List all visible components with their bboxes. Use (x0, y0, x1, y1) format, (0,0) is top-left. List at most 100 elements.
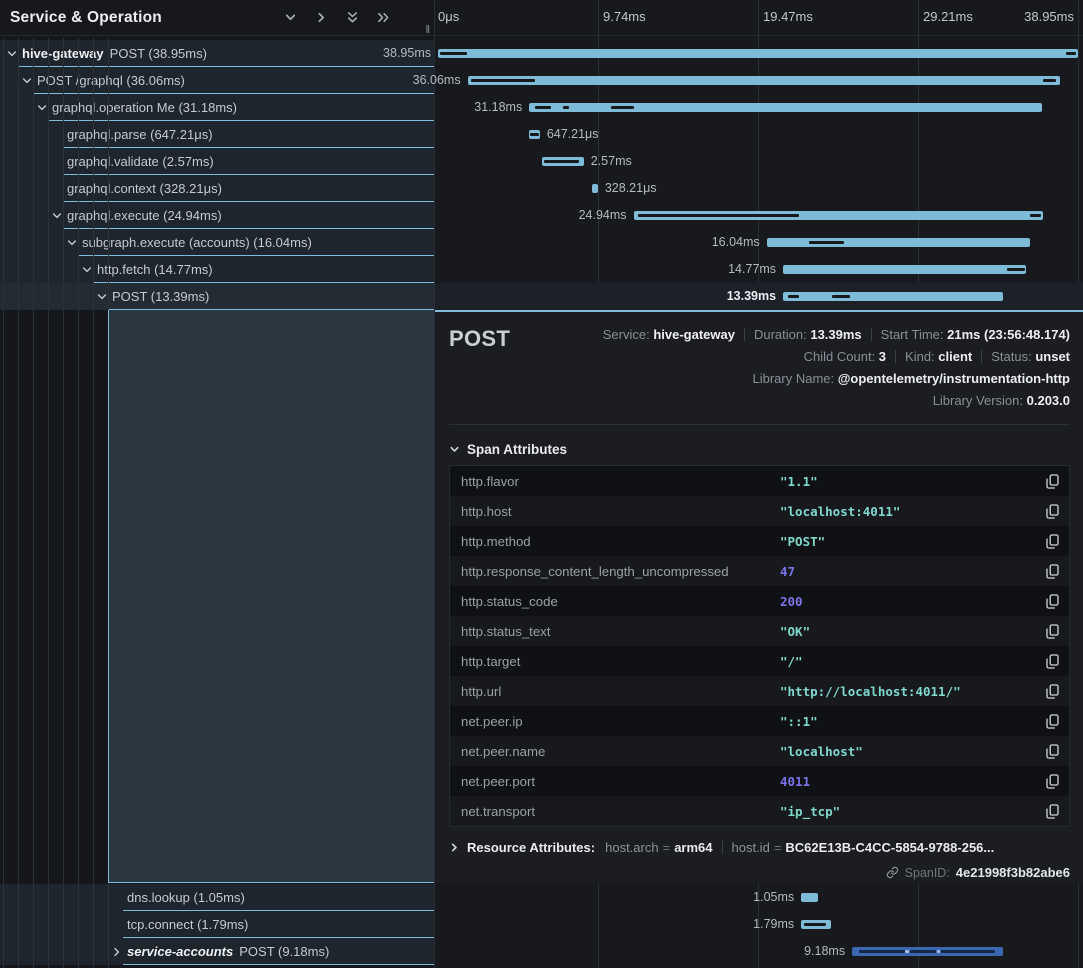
panel-resize-handle[interactable]: ‖ (425, 24, 431, 36)
span-attributes-header[interactable]: Span Attributes (449, 442, 1070, 457)
attribute-value: 200 (780, 594, 1039, 609)
copy-icon[interactable] (1039, 744, 1065, 759)
span-bar-graphql-operation-me[interactable] (529, 103, 1041, 112)
attribute-key: net.peer.ip (461, 714, 780, 729)
tree-row-subgraph-execute-accounts[interactable]: subgraph.execute (accounts) (16.04ms) (0, 229, 434, 256)
attribute-value: "::1" (780, 714, 1039, 729)
span-bar-dns-lookup[interactable] (801, 893, 818, 902)
span-bar-graphql-context[interactable] (592, 184, 597, 193)
tree-row-tcp-connect[interactable]: tcp.connect (1.79ms) (0, 911, 434, 938)
copy-icon[interactable] (1039, 714, 1065, 729)
chevron-down-icon[interactable] (82, 265, 92, 275)
meta-separator (722, 841, 723, 854)
copy-icon[interactable] (1039, 774, 1065, 789)
span-bar-graphql-validate[interactable] (542, 157, 584, 166)
meta-label: Service: (603, 327, 654, 342)
meta-value: @opentelemetry/instrumentation-http (838, 371, 1070, 386)
span-bar-graphql-execute[interactable] (634, 211, 1044, 220)
copy-icon[interactable] (1039, 504, 1065, 519)
attribute-value: "OK" (780, 624, 1039, 639)
timeline-tick-label: 38.95ms (1024, 9, 1074, 24)
chevron-down-icon[interactable] (97, 292, 107, 302)
span-bar-http-fetch[interactable] (783, 265, 1026, 274)
span-bar-post-graphql[interactable] (468, 76, 1061, 85)
copy-icon[interactable] (1039, 534, 1065, 549)
resource-attributes-values: host.arch=arm64host.id=BC62E13B-C4CC-585… (605, 840, 994, 855)
span-detail-panel: POST Service: hive-gatewayDuration: 13.3… (435, 310, 1083, 883)
attribute-value: "/" (780, 654, 1039, 669)
attribute-value: 4011 (780, 774, 1039, 789)
timeline-row-subgraph-execute-accounts: 16.04ms (435, 229, 1083, 256)
timeline-row-post-selected: 13.39ms (435, 283, 1083, 310)
equals-sign: = (770, 840, 786, 855)
tree-row-graphql-parse[interactable]: graphql.parse (647.21μs) (0, 121, 434, 148)
attribute-row: net.peer.port4011 (450, 766, 1069, 796)
copy-icon[interactable] (1039, 684, 1065, 699)
tree-row-graphql-operation-me[interactable]: graphql.operation Me (31.18ms) (0, 94, 434, 121)
expand-all-icon[interactable] (377, 11, 390, 24)
attribute-key: net.peer.name (461, 744, 780, 759)
span-bar-service-accounts-post[interactable] (852, 947, 1003, 956)
tree-row-graphql-execute[interactable]: graphql.execute (24.94ms) (0, 202, 434, 229)
chevron-down-icon[interactable] (22, 76, 32, 86)
timeline-header: 0μs9.74ms19.47ms29.21ms38.95ms (435, 0, 1083, 36)
bar-duration-label: 647.21μs (547, 121, 599, 148)
tree-row-post-selected[interactable]: POST (13.39ms) (0, 283, 434, 310)
span-meta-line: Child Count: 3Kind: clientStatus: unset (603, 346, 1070, 368)
meta-value: 0.203.0 (1027, 393, 1070, 408)
copy-icon[interactable] (1039, 594, 1065, 609)
span-id-label: SpanID: (905, 866, 950, 880)
child-span-mark (544, 160, 579, 163)
resource-attributes-row[interactable]: Resource Attributes: host.arch=arm64host… (449, 840, 1070, 855)
trace-viewer: Service & Operation ‖ hive-gatewayPOST (… (0, 0, 1083, 968)
timeline-tick-label: 0μs (438, 9, 459, 24)
collapse-all-icon[interactable] (346, 11, 359, 24)
expand-one-icon[interactable] (315, 11, 328, 24)
row-border (123, 964, 434, 965)
chevron-down-icon[interactable] (7, 49, 17, 59)
copy-icon[interactable] (1039, 804, 1065, 819)
span-bar-post-selected[interactable] (783, 292, 1003, 301)
span-bar-graphql-parse[interactable] (529, 130, 540, 139)
attribute-key: http.flavor (461, 474, 780, 489)
child-span-mark (859, 950, 905, 953)
copy-icon[interactable] (1039, 564, 1065, 579)
resource-key: host.id (732, 840, 770, 855)
attribute-value: 47 (780, 564, 1039, 579)
copy-icon[interactable] (1039, 474, 1065, 489)
tree-row-hive-gateway-post[interactable]: hive-gatewayPOST (38.95ms) (0, 40, 434, 67)
chevron-right-icon[interactable] (112, 947, 122, 957)
attribute-row: net.peer.ip"::1" (450, 706, 1069, 736)
tree-row-label: http.fetch (14.77ms) (97, 262, 213, 277)
span-bar-tcp-connect[interactable] (801, 920, 830, 929)
span-id-row: SpanID: 4e21998f3b82abe6 (449, 865, 1070, 880)
child-span-mark (638, 214, 799, 217)
meta-value: 3 (879, 349, 886, 364)
collapse-one-icon[interactable] (284, 11, 297, 24)
tree-row-label: subgraph.execute (accounts) (16.04ms) (82, 235, 312, 250)
link-icon[interactable] (886, 866, 899, 879)
child-span-mark (1030, 214, 1042, 217)
attribute-key: http.method (461, 534, 780, 549)
tree-row-http-fetch[interactable]: http.fetch (14.77ms) (0, 256, 434, 283)
tree-row-dns-lookup[interactable]: dns.lookup (1.05ms) (0, 884, 434, 911)
meta-label: Kind: (905, 349, 938, 364)
resource-value: BC62E13B-C4CC-5854-9788-256... (785, 840, 994, 855)
meta-label: Status: (991, 349, 1035, 364)
child-span-dot (937, 950, 941, 953)
chevron-down-icon[interactable] (37, 103, 47, 113)
chevron-down-icon[interactable] (52, 211, 62, 221)
copy-icon[interactable] (1039, 624, 1065, 639)
tree-row-post-graphql[interactable]: POST /graphql (36.06ms) (0, 67, 434, 94)
tree-row-label: hive-gatewayPOST (38.95ms) (22, 46, 207, 61)
span-bar-hive-gateway-post[interactable] (438, 49, 1078, 58)
span-bar-subgraph-execute-accounts[interactable] (767, 238, 1031, 247)
attribute-value: "POST" (780, 534, 1039, 549)
tree-row-graphql-context[interactable]: graphql.context (328.21μs) (0, 175, 434, 202)
copy-icon[interactable] (1039, 654, 1065, 669)
tree-row-service-accounts-post[interactable]: service-accountsPOST (9.18ms) (0, 938, 434, 965)
tree-row-graphql-validate[interactable]: graphql.validate (2.57ms) (0, 148, 434, 175)
attribute-row: net.peer.name"localhost" (450, 736, 1069, 766)
tree-row-label: graphql.validate (2.57ms) (67, 154, 214, 169)
chevron-down-icon[interactable] (67, 238, 77, 248)
